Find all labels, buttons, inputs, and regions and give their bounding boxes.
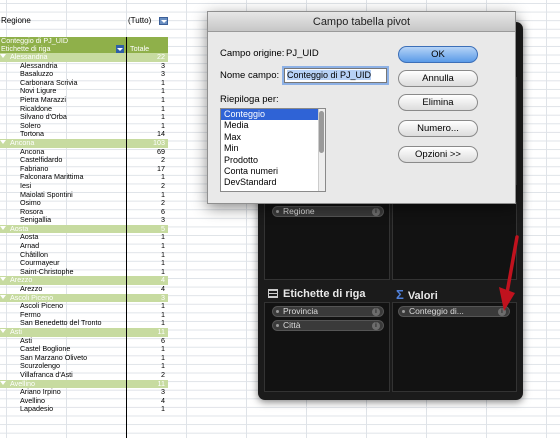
summarize-option[interactable]: Min — [221, 143, 325, 154]
item-name: Osimo — [20, 198, 41, 208]
item-name: Castel Boglione — [20, 344, 71, 354]
pivot-table: Conteggio di PJ_UID Etichette di riga To… — [0, 37, 168, 414]
number-format-button[interactable]: Numero... — [398, 120, 478, 137]
cancel-button[interactable]: Annulla — [398, 70, 478, 87]
item-name: Courmayeur — [20, 258, 60, 268]
options-button[interactable]: Opzioni >> — [398, 146, 478, 163]
row-field-label: Città — [283, 320, 301, 330]
filter-field-label: Regione — [283, 206, 315, 216]
drag-grip-icon — [276, 324, 279, 327]
collapse-triangle-icon[interactable] — [0, 380, 6, 385]
drag-grip-icon — [276, 310, 279, 313]
collapse-triangle-icon[interactable] — [0, 329, 6, 333]
group-name: Alessandria — [10, 52, 48, 61]
filter-value: (Tutto) — [128, 16, 152, 25]
field-name-input[interactable]: Conteggio di PJ_UID — [284, 68, 387, 83]
report-filter-row: Regione (Tutto) — [0, 16, 170, 26]
group-name: Asti — [10, 327, 22, 336]
group-name: Ancona — [10, 137, 35, 147]
item-name: Basaluzzo — [20, 69, 54, 79]
summarize-option[interactable]: Media — [221, 120, 325, 131]
summarize-option[interactable]: Conta numeri — [221, 166, 325, 177]
item-name: Arezzo — [20, 284, 43, 294]
item-name: Villafranca d'Asti — [20, 369, 73, 379]
row-labels-dropdown-icon[interactable] — [116, 45, 124, 53]
rows-section-title: Etichette di riga — [268, 288, 366, 300]
row-field-pill-citta[interactable]: Città i — [272, 320, 384, 331]
column-divider — [126, 37, 127, 438]
item-name: Ascoli Piceno — [20, 301, 64, 311]
item-name: Castelfidardo — [20, 155, 63, 165]
item-name: Falconara Marittima — [20, 172, 84, 182]
item-name: Arnad — [20, 241, 40, 251]
red-annotation-arrow-icon — [499, 235, 519, 311]
field-name-label: Nome campo: — [220, 70, 280, 81]
scroll-thumb[interactable] — [319, 111, 324, 153]
pivot-field-dialog: Campo tabella pivot Campo origine: PJ_UI… — [207, 11, 516, 204]
source-field-value: PJ_UID — [286, 48, 319, 59]
item-name: Pietra Marazzi — [20, 94, 66, 104]
collapse-triangle-icon[interactable] — [0, 54, 6, 58]
summarize-option[interactable]: Prodotto — [221, 155, 325, 166]
pivot-item-row[interactable]: San Benedetto del Tronto 1 — [0, 319, 168, 328]
spreadsheet-window: Regione (Tutto) Conteggio di PJ_UID Etic… — [0, 0, 560, 438]
pivot-rows: Alessandria 22 Alessandria 3 Basaluzzo 3 Carbo… — [0, 52, 168, 414]
filter-label: Regione — [1, 16, 31, 25]
pivot-item-row[interactable]: Lapadesio 1 — [0, 405, 168, 414]
summarize-option[interactable]: Conteggio — [221, 109, 325, 121]
filter-dropdown-button[interactable] — [159, 17, 168, 25]
row-field-pill-provincia[interactable]: Provincia i — [272, 306, 384, 317]
summarize-option[interactable]: Max — [221, 132, 325, 143]
item-name: Tortona — [20, 129, 44, 139]
table-icon — [268, 289, 278, 298]
delete-button[interactable]: Elimina — [398, 94, 478, 111]
dialog-title: Campo tabella pivot — [208, 12, 515, 32]
list-scrollbar[interactable] — [318, 109, 325, 191]
collapse-triangle-icon[interactable] — [0, 277, 6, 282]
total-header: Totale — [130, 44, 150, 53]
info-icon[interactable]: i — [372, 308, 380, 316]
info-icon[interactable]: i — [372, 208, 380, 216]
filter-field-pill[interactable]: Regione i — [272, 206, 384, 217]
item-name: Iesi — [20, 180, 32, 190]
summarize-function-list[interactable]: Conteggio Media Max Min Prodotto Conta numeri… — [220, 108, 326, 192]
values-section-title: Σ Valori — [396, 287, 438, 302]
summarize-by-label: Riepiloga per: — [220, 94, 279, 105]
row-field-label: Provincia — [283, 306, 318, 316]
source-field-label: Campo origine: — [220, 48, 285, 59]
item-name: Ariano Irpino — [20, 387, 61, 397]
info-icon[interactable]: i — [372, 322, 380, 330]
row-total-value: 1 — [161, 404, 165, 414]
collapse-triangle-icon[interactable] — [0, 225, 6, 230]
drag-grip-icon — [402, 310, 405, 313]
ok-button[interactable]: OK — [398, 46, 478, 63]
item-name: Senigallia — [20, 215, 52, 225]
value-field-label: Conteggio di... — [409, 306, 464, 316]
value-field-pill[interactable]: Conteggio di... i — [398, 306, 510, 317]
item-name: Silvano d'Orba — [20, 112, 67, 122]
collapse-triangle-icon[interactable] — [0, 139, 6, 144]
summarize-option[interactable]: DevStandard — [221, 177, 325, 188]
drag-grip-icon — [276, 210, 279, 213]
collapse-triangle-icon[interactable] — [0, 294, 6, 299]
sigma-icon: Σ — [396, 287, 404, 302]
item-name: Lapadesio — [20, 404, 54, 414]
